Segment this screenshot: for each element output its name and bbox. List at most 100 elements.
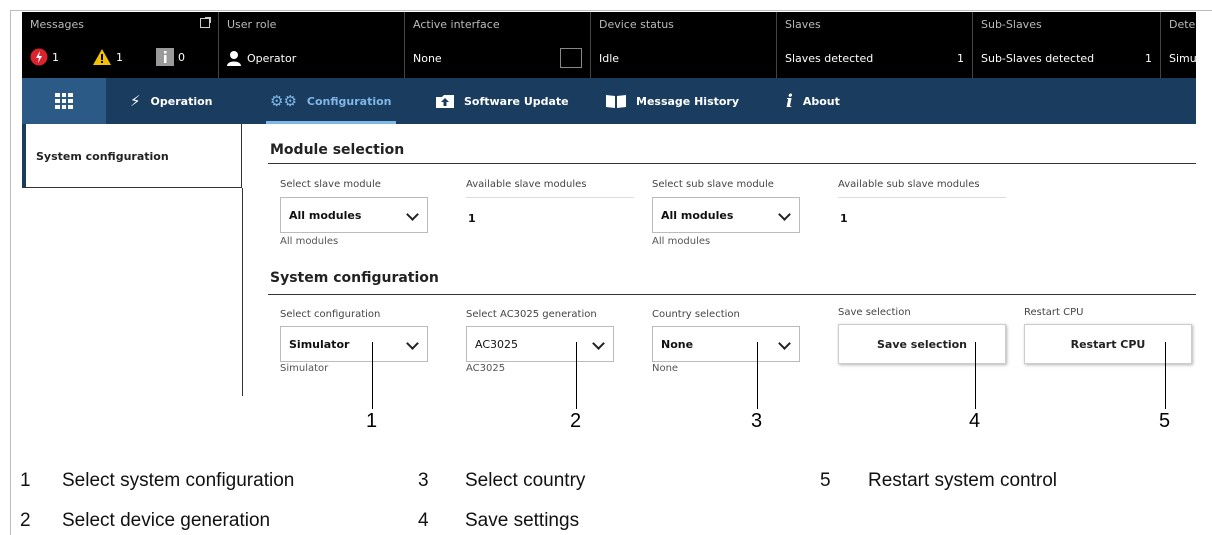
- nav-message-history[interactable]: Message History: [606, 78, 739, 124]
- error-count[interactable]: 1: [30, 48, 59, 66]
- country-sub: None: [652, 363, 679, 374]
- active-interface-panel: Active interface None: [404, 12, 590, 78]
- user-icon: [227, 51, 241, 66]
- nav-about[interactable]: i About: [786, 78, 840, 124]
- callout-line-5: [1165, 342, 1166, 409]
- detection-value: Simu: [1169, 52, 1196, 65]
- messages-header: Messages: [30, 18, 84, 31]
- callout-number-1: 1: [366, 410, 378, 432]
- restart-cpu-button[interactable]: Restart CPU: [1024, 324, 1192, 364]
- nav-configuration[interactable]: ⚙⚙ Configuration: [266, 78, 395, 124]
- messages-panel[interactable]: Messages 1 1 0: [22, 12, 218, 78]
- legend-text-3: Select country: [465, 470, 586, 491]
- slaves-header: Slaves: [785, 18, 821, 31]
- gears-icon: ⚙⚙: [270, 92, 297, 110]
- legend-number-4: 4: [418, 510, 429, 531]
- sub-slave-module-value: All modules: [661, 209, 734, 222]
- slave-module-value: All modules: [289, 209, 362, 222]
- error-icon: [30, 48, 48, 66]
- section-divider: [268, 294, 1196, 295]
- legend-number-1: 1: [20, 470, 31, 491]
- sub-slave-module-select[interactable]: All modules: [652, 197, 800, 233]
- warning-count[interactable]: 1: [92, 48, 123, 66]
- nav-message-history-label: Message History: [636, 94, 740, 108]
- warning-count-value: 1: [116, 50, 123, 64]
- callout-number-2: 2: [570, 410, 582, 432]
- active-interface-value: None: [413, 52, 442, 65]
- module-selection-title: Module selection: [270, 142, 405, 158]
- sidebar-item-system-configuration[interactable]: System configuration: [22, 124, 242, 188]
- chevron-down-icon: [778, 208, 791, 221]
- user-role-value: Operator: [247, 52, 297, 65]
- configuration-sub: Simulator: [280, 363, 329, 374]
- configuration-value: Simulator: [289, 338, 350, 351]
- generation-label: Select AC3025 generation: [466, 309, 597, 320]
- save-selection-button[interactable]: Save selection: [838, 324, 1006, 364]
- device-status-panel: Device status Idle: [590, 12, 776, 78]
- sub-slaves-panel: Sub-Slaves Sub-Slaves detected 1: [972, 12, 1160, 78]
- sub-slaves-header: Sub-Slaves: [981, 18, 1042, 31]
- bolt-icon: ⚡: [130, 92, 141, 110]
- available-sub-slave-value-box: 1: [838, 197, 1006, 233]
- active-interface-header: Active interface: [413, 18, 500, 31]
- sub-slaves-count: 1: [1145, 52, 1152, 65]
- callout-number-4: 4: [969, 410, 981, 432]
- grid-icon: [55, 93, 73, 109]
- available-slave-value-box: 1: [466, 197, 634, 233]
- configuration-label: Select configuration: [280, 309, 381, 320]
- chevron-down-icon: [406, 337, 419, 350]
- device-status-value: Idle: [599, 52, 620, 65]
- status-bar: Messages 1 1 0 User role Operator Active…: [22, 12, 1196, 78]
- callout-number-5: 5: [1159, 410, 1171, 432]
- callout-line-3: [757, 342, 758, 409]
- slaves-panel: Slaves Slaves detected 1: [776, 12, 972, 78]
- legend-text-5: Restart system control: [868, 470, 1057, 491]
- available-sub-slave-label: Available sub slave modules: [838, 179, 980, 190]
- sidebar-item-label: System configuration: [36, 150, 169, 163]
- slave-module-label: Select slave module: [280, 179, 381, 190]
- system-configuration-title: System configuration: [270, 270, 439, 286]
- restart-cpu-label: Restart CPU: [1024, 307, 1084, 318]
- nav-about-label: About: [802, 94, 840, 108]
- info-count[interactable]: 0: [156, 48, 185, 66]
- app-window: Messages 1 1 0 User role Operator Active…: [22, 12, 1196, 402]
- legend-number-2: 2: [20, 510, 31, 531]
- slave-module-select[interactable]: All modules: [280, 197, 428, 233]
- save-selection-label: Save selection: [838, 307, 911, 318]
- chevron-down-icon: [778, 337, 791, 350]
- chevron-down-icon: [592, 337, 605, 350]
- user-role-header: User role: [227, 18, 277, 31]
- country-select[interactable]: None: [652, 326, 800, 362]
- available-slave-value: 1: [468, 212, 476, 225]
- country-label: Country selection: [652, 309, 740, 320]
- slaves-count: 1: [957, 52, 964, 65]
- legend-number-3: 3: [418, 470, 429, 491]
- section-divider: [268, 163, 1196, 164]
- app-grid-button[interactable]: [22, 78, 106, 124]
- nav-configuration-label: Configuration: [306, 94, 392, 108]
- main-nav: ⚡ Operation ⚙⚙ Configuration Software Up…: [22, 78, 1196, 124]
- callout-line-2: [576, 342, 577, 409]
- available-sub-slave-value: 1: [840, 212, 848, 225]
- legend-text-4: Save settings: [465, 510, 580, 531]
- generation-sub: AC3025: [466, 363, 506, 374]
- legend-number-5: 5: [820, 470, 831, 491]
- generation-select[interactable]: AC3025: [466, 326, 614, 362]
- nav-operation[interactable]: ⚡ Operation: [130, 78, 213, 124]
- info-icon: [156, 48, 174, 66]
- external-link-icon[interactable]: [200, 17, 211, 28]
- interface-indicator: [560, 48, 582, 68]
- nav-software-update[interactable]: Software Update: [436, 78, 569, 124]
- user-role-panel: User role Operator: [218, 12, 404, 78]
- detection-header: Dete: [1169, 18, 1196, 31]
- slave-module-sub: All modules: [280, 236, 339, 247]
- legend-text-1: Select system configuration: [62, 470, 295, 491]
- callout-number-3: 3: [751, 410, 763, 432]
- sub-slaves-label: Sub-Slaves detected: [981, 52, 1095, 65]
- device-status-header: Device status: [599, 18, 674, 31]
- country-value: None: [661, 338, 694, 351]
- info-count-value: 0: [178, 50, 185, 64]
- detection-panel: Dete Simu: [1160, 12, 1196, 78]
- configuration-select[interactable]: Simulator: [280, 326, 428, 362]
- nav-software-update-label: Software Update: [464, 94, 569, 108]
